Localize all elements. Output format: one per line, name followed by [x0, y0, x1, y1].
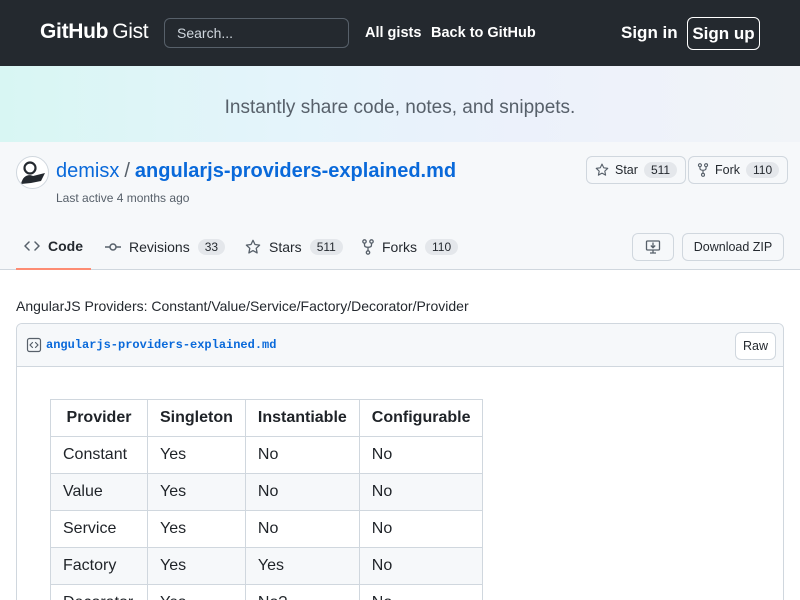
search-input[interactable]: [164, 18, 349, 48]
star-icon: [595, 163, 609, 176]
avatar-image: [21, 161, 45, 184]
title-separator: /: [124, 160, 130, 182]
sign-in-link[interactable]: Sign in: [621, 23, 678, 43]
desktop-download-icon: [645, 240, 661, 254]
github-gist-logo[interactable]: GitHub Gist: [40, 20, 149, 44]
fork-button[interactable]: Fork 110: [688, 156, 789, 184]
tab-stars-label: Stars: [269, 239, 302, 255]
stars-count: 511: [309, 239, 343, 255]
file-box: angularjs-providers-explained.md Raw Pro…: [16, 323, 784, 600]
top-header: GitHubGist All gists Back to GitHub Sign…: [0, 0, 800, 66]
table-cell: No: [244, 510, 360, 548]
col-header-instantiable: Instantiable: [244, 399, 360, 437]
download-zip-button[interactable]: Download ZIP: [682, 233, 784, 261]
table-row: Decorator Yes No? No: [50, 584, 484, 600]
col-header-configurable: Configurable: [358, 399, 484, 437]
table-cell: Yes: [147, 547, 246, 585]
tab-stars[interactable]: Stars 511: [245, 224, 343, 270]
table-cell: No: [244, 436, 360, 474]
col-header-provider: Provider: [50, 399, 148, 437]
tab-revisions[interactable]: Revisions 33: [105, 224, 226, 270]
star-icon: [245, 239, 261, 254]
star-count: 511: [643, 162, 678, 178]
tagline-banner: Instantly share code, notes, and snippet…: [0, 66, 800, 142]
table-cell: Service: [50, 510, 148, 548]
forks-count: 110: [425, 239, 459, 255]
table-cell: No?: [244, 584, 360, 600]
tab-forks[interactable]: Forks 110: [362, 224, 459, 270]
tab-code-label: Code: [48, 238, 83, 254]
gist-filename-link[interactable]: angularjs-providers-explained.md: [135, 160, 456, 182]
table-cell: Factory: [50, 547, 148, 585]
col-header-singleton: Singleton: [147, 399, 246, 437]
gist-description: AngularJS Providers: Constant/Value/Serv…: [16, 298, 469, 314]
logo-gist-text: Gist: [112, 20, 149, 43]
table-header-row: Provider Singleton Instantiable Configur…: [50, 399, 484, 437]
table-cell: Decorator: [50, 584, 148, 600]
avatar[interactable]: [16, 156, 49, 189]
git-commit-icon: [105, 243, 121, 251]
nav-back-to-github[interactable]: Back to GitHub: [431, 25, 536, 41]
table-cell: Yes: [147, 584, 246, 600]
table-row: Factory Yes Yes No: [50, 547, 484, 585]
table-cell: Yes: [147, 436, 246, 474]
owner-link[interactable]: demisx: [56, 160, 119, 182]
repo-forked-icon: [362, 239, 374, 255]
open-in-desktop-button[interactable]: [632, 233, 674, 261]
table-cell: Yes: [147, 473, 246, 511]
fork-icon: [697, 163, 709, 177]
table-row: Value Yes No No: [50, 473, 484, 511]
star-label: Star: [615, 163, 638, 177]
file-code-icon: [26, 337, 42, 353]
code-icon: [24, 241, 40, 251]
tab-revisions-label: Revisions: [129, 239, 190, 255]
fork-count: 110: [746, 162, 780, 178]
file-name-link[interactable]: angularjs-providers-explained.md: [46, 338, 276, 352]
gist-tabs: Code Revisions 33 Stars 511 Forks 110 Do…: [0, 224, 800, 270]
table-row: Service Yes No No: [50, 510, 484, 548]
revisions-count: 33: [197, 239, 226, 255]
table-row: Constant Yes No No: [50, 436, 484, 474]
last-active-text: Last active 4 months ago: [56, 191, 190, 205]
fork-label: Fork: [715, 163, 740, 177]
star-button[interactable]: Star 511: [586, 156, 687, 184]
table-cell: No: [358, 547, 484, 585]
table-cell: Constant: [50, 436, 148, 474]
table-cell: Yes: [147, 510, 246, 548]
table-cell: No: [244, 473, 360, 511]
logo-github-text: GitHub: [40, 20, 109, 43]
table-cell: Yes: [244, 547, 360, 585]
providers-table: Provider Singleton Instantiable Configur…: [50, 399, 484, 600]
sign-up-button[interactable]: Sign up: [687, 17, 760, 50]
table-cell: No: [358, 584, 484, 600]
tab-forks-label: Forks: [382, 239, 417, 255]
file-header: angularjs-providers-explained.md Raw: [17, 324, 783, 367]
gist-title: demisx / angularjs-providers-explained.md: [56, 160, 456, 183]
tagline-text: Instantly share code, notes, and snippet…: [224, 97, 576, 118]
nav-all-gists[interactable]: All gists: [365, 25, 421, 41]
gist-header: demisx / angularjs-providers-explained.md …: [0, 142, 800, 270]
tab-code[interactable]: Code: [16, 224, 91, 270]
table-cell: No: [358, 436, 484, 474]
raw-button[interactable]: Raw: [735, 332, 776, 360]
table-cell: No: [358, 473, 484, 511]
table-cell: No: [358, 510, 484, 548]
table-cell: Value: [50, 473, 148, 511]
